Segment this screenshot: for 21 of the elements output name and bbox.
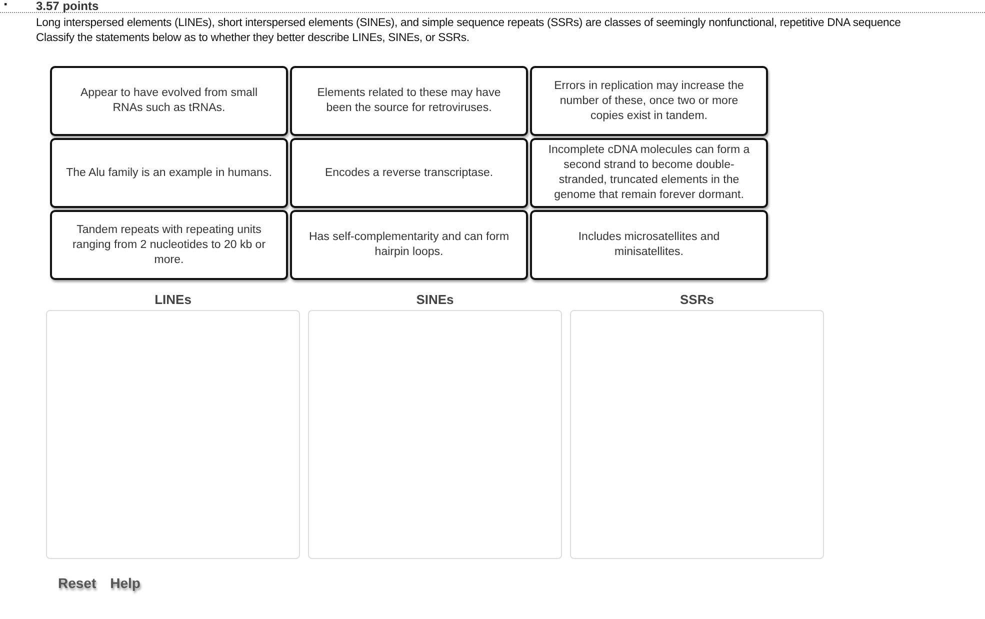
statement-card[interactable]: Encodes a reverse transcriptase. [290,138,528,208]
bullet-mark: ▪ [4,0,8,9]
question-text: Long interspersed elements (LINEs), short interspersed elements (SINEs), and simple sequence repeats (SSRs) are classes of seemingly nonfunctional, repetitive DNA sequence [36,16,902,31]
category-label: SINEs [416,292,454,309]
statement-card[interactable]: Appear to have evolved from small RNAs such as tRNAs. [50,66,288,136]
points-label: 3.57 points [36,0,99,12]
statement-card[interactable]: Has self-complementarity and can form hairpin loops. [290,210,528,280]
category-label: SSRs [680,292,714,309]
statement-card[interactable]: Tandem repeats with repeating units ranging from 2 nucleotides to 20 kb or more. [50,210,288,280]
category-label: LINEs [154,292,192,309]
action-button[interactable]: Help [110,575,140,591]
statement-card[interactable]: Elements related to these may have been the source for retroviruses. [290,66,528,136]
statement-card[interactable]: The Alu family is an example in humans. [50,138,288,208]
drop-zone[interactable] [46,310,300,559]
statement-card[interactable]: Incomplete cDNA molecules can form a second strand to become double-stranded, truncated elements in the genome that remain forever dormant. [530,138,768,208]
drop-zone[interactable] [308,310,562,559]
question-text: Classify the statements below as to whether they better describe LINEs, SINEs, or SSRs. [36,31,470,46]
action-button[interactable]: Reset [58,575,96,591]
statement-card[interactable]: Includes microsatellites and minisatellites. [530,210,768,280]
statement-card[interactable]: Errors in replication may increase the number of these, once two or more copies exist in tandem. [530,66,768,136]
drop-zone[interactable] [570,310,824,559]
